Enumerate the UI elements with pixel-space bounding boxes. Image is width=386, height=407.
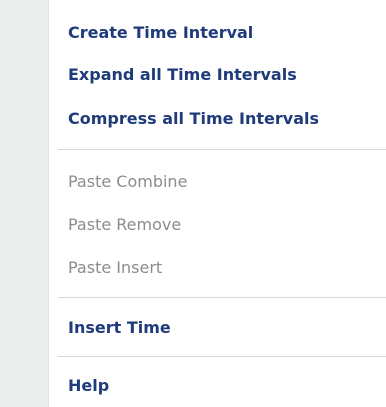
menu-item-compress-all-time-intervals[interactable]: Compress all Time Intervals [68, 105, 319, 133]
menu-item-create-time-interval[interactable]: Create Time Interval [68, 19, 253, 47]
menu-item-help[interactable]: Help [68, 372, 109, 400]
menu-separator [58, 297, 386, 298]
menu-separator [58, 149, 386, 150]
menu-item-paste-combine: Paste Combine [68, 172, 188, 191]
menu-item-paste-insert: Paste Insert [68, 258, 163, 277]
menu-icon-gutter [0, 0, 48, 407]
menu-item-expand-all-time-intervals[interactable]: Expand all Time Intervals [68, 61, 297, 89]
menu-item-insert-time[interactable]: Insert Time [68, 314, 171, 342]
menu-gutter-divider [48, 0, 49, 407]
menu-separator [58, 356, 386, 357]
menu-item-paste-remove: Paste Remove [68, 215, 182, 234]
context-menu: Create Time Interval Expand all Time Int… [0, 0, 386, 407]
